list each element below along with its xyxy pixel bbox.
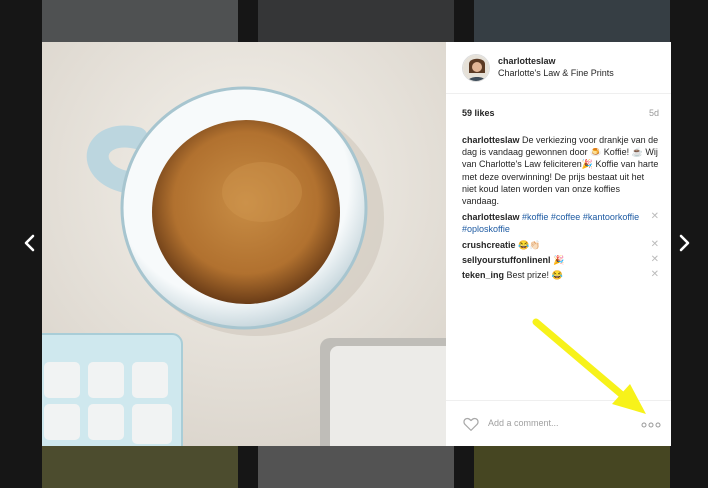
post-modal: charlotteslaw Charlotte's Law & Fine Pri… (42, 42, 671, 446)
delete-comment-icon[interactable]: ✕ (651, 211, 659, 223)
caption-username[interactable]: charlotteslaw (462, 135, 520, 145)
comment-item: crushcreatie 😂👏🏻 ✕ (462, 239, 659, 251)
add-comment-input[interactable] (488, 415, 618, 431)
delete-comment-icon[interactable]: ✕ (651, 239, 659, 251)
delete-comment-icon[interactable]: ✕ (651, 254, 659, 266)
hashtag-link[interactable]: #oploskoffie (462, 224, 510, 234)
next-post-button[interactable] (672, 231, 696, 255)
caption-text: De verkiezing voor drankje van de dag is… (462, 135, 659, 207)
post-stats: 59 likes 5d (462, 108, 659, 122)
like-button[interactable] (462, 415, 480, 433)
likes-count[interactable]: 59 likes (462, 108, 495, 118)
comment-text: 🎉 (553, 254, 565, 265)
chevron-right-icon (679, 234, 690, 252)
more-options-button[interactable] (640, 417, 662, 428)
comment-item: charlotteslaw #koffie #coffee #kantoorko… (462, 211, 659, 235)
more-options-icon (641, 422, 661, 428)
comment-username[interactable]: crushcreatie (462, 240, 516, 250)
avatar[interactable] (462, 54, 490, 82)
post-age[interactable]: 5d (649, 108, 659, 118)
comment-text: Best prize! 😂 (506, 270, 563, 281)
post-photo (42, 42, 446, 446)
heart-icon (463, 417, 479, 431)
post-username[interactable]: charlotteslaw (498, 56, 556, 66)
caption: charlotteslaw De verkiezing voor drankje… (462, 134, 659, 207)
hashtag-link[interactable]: #koffie (522, 212, 548, 222)
coffee-cup-photo (42, 42, 446, 446)
post-header: charlotteslaw Charlotte's Law & Fine Pri… (446, 42, 671, 94)
comment-text: 😂👏🏻 (518, 239, 541, 250)
comment-footer (446, 400, 671, 446)
avatar-image (463, 55, 489, 81)
previous-post-button[interactable] (18, 231, 42, 255)
delete-comment-icon[interactable]: ✕ (651, 269, 659, 281)
hashtag-link[interactable]: #kantoorkoffie (583, 212, 639, 222)
chevron-left-icon (24, 234, 35, 252)
comment-username[interactable]: sellyourstuffonlinenl (462, 255, 551, 265)
comment-item: sellyourstuffonlinenl 🎉 ✕ (462, 254, 659, 266)
hashtag-link[interactable]: #coffee (551, 212, 580, 222)
comment-item: teken_ing Best prize! 😂 ✕ (462, 269, 659, 281)
post-sidebar: charlotteslaw Charlotte's Law & Fine Pri… (446, 42, 671, 446)
comment-username[interactable]: charlotteslaw (462, 212, 520, 222)
comments-list: charlotteslaw De verkiezing voor drankje… (462, 134, 659, 284)
post-location[interactable]: Charlotte's Law & Fine Prints (498, 68, 614, 78)
comment-username[interactable]: teken_ing (462, 270, 504, 280)
